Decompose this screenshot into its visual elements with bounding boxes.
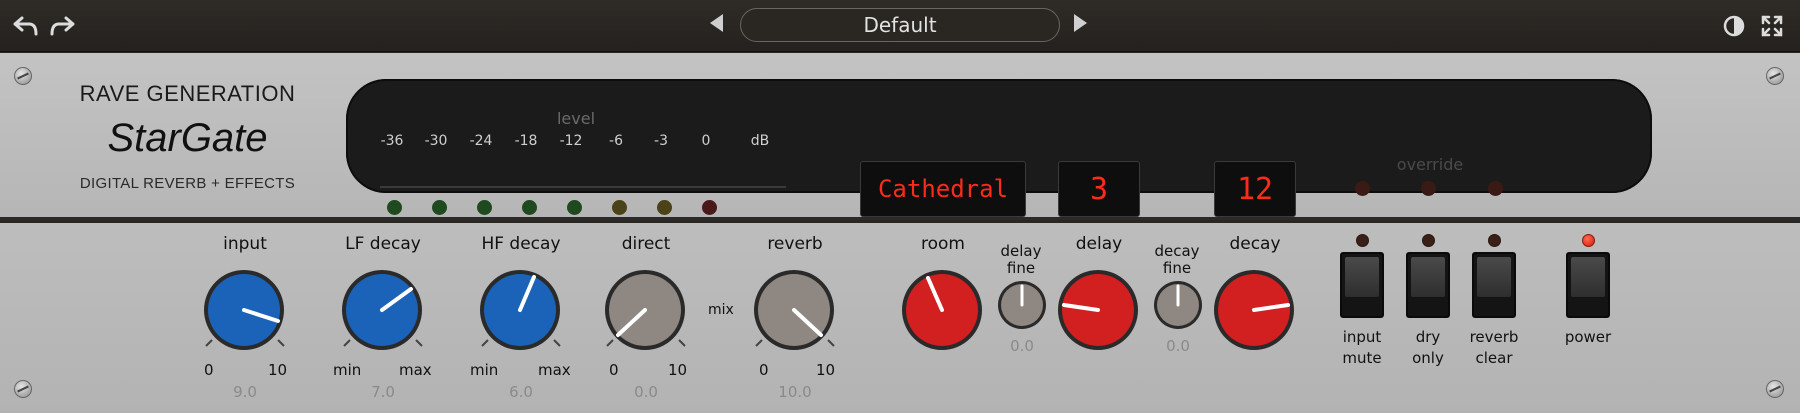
dry-only-switch[interactable]: [1406, 252, 1450, 318]
hf-decay-max-label: max: [538, 361, 571, 379]
input-mute-led: [1356, 234, 1369, 247]
reverb-clear-label-1: reverb: [1469, 328, 1519, 346]
dry-only-led: [1422, 234, 1435, 247]
power-label: power: [1564, 328, 1612, 346]
decay-fine-value: 0.0: [1166, 337, 1190, 355]
direct-knob[interactable]: [604, 269, 686, 351]
reverb-knob[interactable]: [753, 269, 835, 351]
lf-decay-max-label: max: [399, 361, 432, 379]
lf-decay-min-label: min: [333, 361, 362, 379]
input-knob[interactable]: [203, 269, 285, 351]
decay-fine-knob[interactable]: [1153, 280, 1203, 330]
reverb-clear-switch[interactable]: [1472, 252, 1516, 318]
lf-decay-knob[interactable]: [341, 269, 423, 351]
reverb-clear-led: [1488, 234, 1501, 247]
hf-decay-value: 6.0: [509, 383, 533, 401]
room-knob[interactable]: [901, 269, 983, 351]
delay-fine-knob[interactable]: [997, 280, 1047, 330]
reverb-min-label: 0: [759, 361, 769, 379]
hf-decay-knob[interactable]: [479, 269, 561, 351]
input-min-label: 0: [204, 361, 214, 379]
delay-knob[interactable]: [1057, 269, 1139, 351]
power-led: [1582, 234, 1595, 247]
delay-fine-value: 0.0: [1010, 337, 1034, 355]
direct-value: 0.0: [634, 383, 658, 401]
reverb-clear-label-2: clear: [1475, 349, 1513, 367]
reverb-max-label: 10: [816, 361, 836, 379]
direct-max-label: 10: [668, 361, 688, 379]
hf-decay-min-label: min: [470, 361, 499, 379]
mix-label: mix: [708, 302, 734, 318]
decay-knob[interactable]: [1213, 269, 1295, 351]
reverb-value: 10.0: [778, 383, 812, 401]
lf-decay-value: 7.0: [371, 383, 395, 401]
input-mute-switch[interactable]: [1340, 252, 1384, 318]
power-switch[interactable]: [1566, 252, 1610, 318]
input-value: 9.0: [233, 383, 257, 401]
direct-min-label: 0: [609, 361, 619, 379]
input-max-label: 10: [268, 361, 288, 379]
